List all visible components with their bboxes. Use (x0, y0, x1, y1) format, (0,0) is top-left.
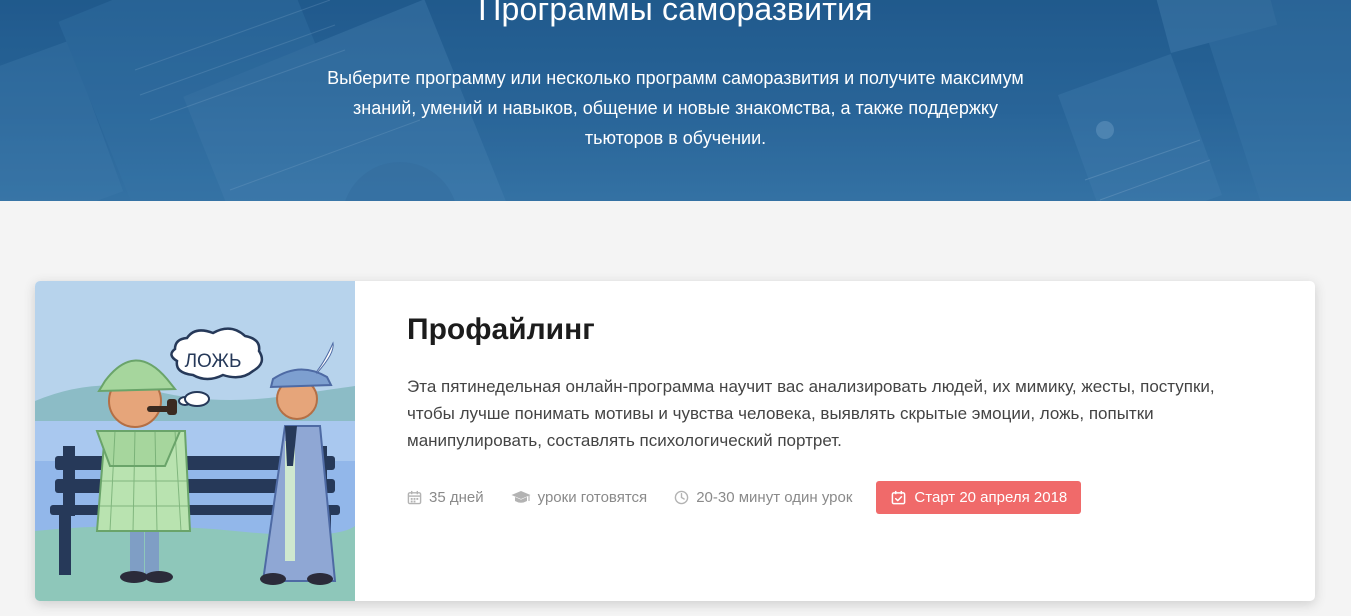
program-card-body: Профайлинг Эта пятинедельная онлайн-прог… (407, 281, 1287, 601)
bubble-text: ЛОЖЬ (185, 351, 242, 372)
hero-banner: Программы саморазвития Выберите программ… (0, 0, 1351, 201)
hero-description: Выберите программу или несколько програм… (0, 63, 1351, 153)
hero-description-line: знаний, умений и навыков, общение и новы… (353, 98, 998, 118)
meta-lessons: уроки готовятся (511, 488, 648, 506)
program-description-line: чтобы лучше понимать мотивы и чувства че… (407, 404, 1154, 423)
program-card[interactable]: ЛОЖЬ Профайлинг Эта пятинедельная онлайн… (35, 281, 1315, 601)
meta-lessons-label: уроки готовятся (537, 488, 648, 506)
meta-duration-label: 35 дней (429, 488, 484, 506)
program-title[interactable]: Профайлинг (407, 313, 595, 347)
hero-description-line: Выберите программу или несколько програм… (327, 68, 1024, 88)
hero-description-line: тьюторов в обучении. (584, 128, 767, 148)
program-meta: 35 дней уроки готовятся 20-30 минут один… (407, 480, 1082, 514)
program-description-line: Эта пятинедельная онлайн-программа научи… (407, 377, 1215, 396)
calendar-check-icon (892, 490, 906, 504)
meta-lesson-time-label: 20-30 минут один урок (696, 488, 853, 506)
start-date-label: Старт 20 апреля 2018 (914, 488, 1068, 506)
calendar-icon (407, 490, 422, 504)
graduation-cap-icon (511, 490, 531, 503)
clock-icon (674, 490, 689, 504)
program-description-line: манипулировать, составлять психологическ… (407, 431, 842, 450)
program-illustration[interactable]: ЛОЖЬ (35, 281, 355, 601)
meta-lesson-time: 20-30 минут один урок (674, 489, 852, 506)
meta-duration: 35 дней (407, 489, 484, 506)
program-description: Эта пятинедельная онлайн-программа научи… (407, 373, 1287, 454)
page-title: Программы саморазвития (478, 0, 873, 27)
start-date-badge[interactable]: Старт 20 апреля 2018 (876, 480, 1082, 514)
